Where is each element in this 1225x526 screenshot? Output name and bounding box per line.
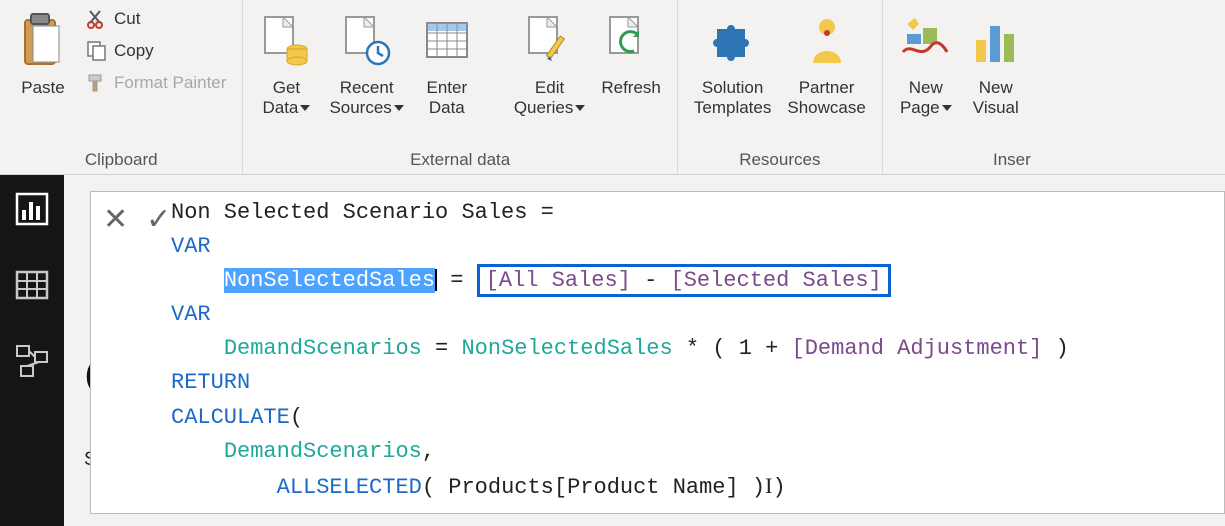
data-view-icon — [15, 268, 49, 302]
person-icon — [805, 15, 849, 67]
caret-icon — [300, 105, 310, 111]
recent-sources-button[interactable]: Recent Sources — [321, 4, 411, 121]
cut-button[interactable]: Cut — [82, 6, 230, 32]
solution-templates-label: Solution Templates — [694, 78, 771, 117]
ref-nonselectedsales: NonSelectedSales — [461, 336, 672, 361]
caret-icon — [942, 105, 952, 111]
ribbon: Paste Cut Copy Format Painter Clipboard — [0, 0, 1225, 175]
ribbon-group-external: Get Data Recent Sources Enter Data Edit — [243, 0, 677, 174]
new-page-label: New Page — [900, 78, 943, 117]
recent-sources-label: Recent Sources — [329, 78, 393, 117]
var-keyword: VAR — [171, 302, 211, 327]
edit-queries-button[interactable]: Edit Queries — [506, 4, 594, 121]
new-visual-label: New Visual — [973, 78, 1019, 117]
new-page-icon — [901, 16, 951, 66]
return-keyword: RETURN — [171, 370, 250, 395]
formula-cancel-button[interactable]: ✕ — [103, 202, 128, 237]
measure-selected-sales: [Selected Sales] — [671, 268, 882, 293]
paste-label: Paste — [21, 78, 64, 98]
insert-group-label: Inser — [891, 146, 1031, 172]
text-cursor-icon: I — [765, 473, 772, 498]
copy-button[interactable]: Copy — [82, 38, 230, 64]
highlight-box: [All Sales] - [Selected Sales] — [477, 264, 891, 297]
measure-name: Non Selected Scenario Sales — [171, 200, 527, 225]
clipboard-group-label: Clipboard — [8, 146, 234, 172]
formula-editor[interactable]: Non Selected Scenario Sales = VAR NonSel… — [171, 192, 1224, 513]
ribbon-group-clipboard: Paste Cut Copy Format Painter Clipboard — [0, 0, 243, 174]
ribbon-group-insert: New Page New Visual Inser — [883, 0, 1039, 174]
copy-label: Copy — [114, 41, 154, 61]
measure-all-sales: [All Sales] — [486, 268, 631, 293]
enter-data-label: Enter Data — [426, 78, 467, 117]
new-visual-icon — [972, 16, 1020, 66]
paste-icon — [19, 12, 67, 70]
measure-demand-adjustment: [Demand Adjustment] — [792, 336, 1043, 361]
format-painter-button[interactable]: Format Painter — [82, 70, 230, 96]
resources-group-label: Resources — [686, 146, 874, 172]
copy-icon — [86, 40, 108, 62]
refresh-label: Refresh — [601, 78, 661, 98]
var-nonselectedsales: NonSelectedSales — [224, 268, 435, 293]
recent-sources-icon — [342, 15, 392, 67]
refresh-icon — [606, 15, 656, 67]
get-data-label: Get Data — [262, 78, 300, 117]
formula-bar[interactable]: ✕ ✓ Non Selected Scenario Sales = VAR No… — [90, 191, 1225, 514]
model-view-button[interactable] — [8, 337, 56, 385]
format-painter-label: Format Painter — [114, 73, 226, 93]
model-view-icon — [15, 344, 49, 378]
col-products-name: Products[Product Name] — [448, 475, 738, 500]
cut-icon — [86, 8, 108, 30]
caret-icon — [575, 105, 585, 111]
left-nav-rail — [0, 175, 64, 526]
var-demandscenarios: DemandScenarios — [224, 336, 422, 361]
var-keyword: VAR — [171, 234, 211, 259]
workspace: Con Step 1. C ✕ ✓ Non Selected Scenario … — [64, 175, 1225, 526]
new-page-button[interactable]: New Page — [891, 4, 961, 121]
ribbon-group-resources: Solution Templates Partner Showcase Reso… — [678, 0, 883, 174]
enter-data-button[interactable]: Enter Data — [412, 4, 482, 121]
partner-showcase-button[interactable]: Partner Showcase — [779, 4, 873, 121]
solution-templates-button[interactable]: Solution Templates — [686, 4, 779, 121]
external-data-group-label: External data — [251, 146, 668, 172]
report-view-button[interactable] — [8, 185, 56, 233]
func-calculate: CALCULATE — [171, 405, 290, 430]
get-data-button[interactable]: Get Data — [251, 4, 321, 121]
puzzle-icon — [707, 15, 759, 67]
partner-showcase-label: Partner Showcase — [787, 78, 865, 117]
new-visual-button[interactable]: New Visual — [961, 4, 1031, 121]
enter-data-icon — [423, 17, 471, 65]
func-allselected: ALLSELECTED — [277, 475, 422, 500]
ref-demandscenarios: DemandScenarios — [224, 439, 422, 464]
report-view-icon — [15, 192, 49, 226]
formula-commit-button[interactable]: ✓ — [146, 202, 171, 237]
get-data-icon — [261, 15, 311, 67]
refresh-button[interactable]: Refresh — [593, 4, 669, 102]
edit-queries-icon — [525, 15, 575, 67]
data-view-button[interactable] — [8, 261, 56, 309]
edit-queries-label: Edit Queries — [514, 78, 574, 117]
format-painter-icon — [86, 72, 108, 94]
cut-label: Cut — [114, 9, 140, 29]
caret-icon — [394, 105, 404, 111]
paste-button[interactable]: Paste — [8, 4, 78, 102]
